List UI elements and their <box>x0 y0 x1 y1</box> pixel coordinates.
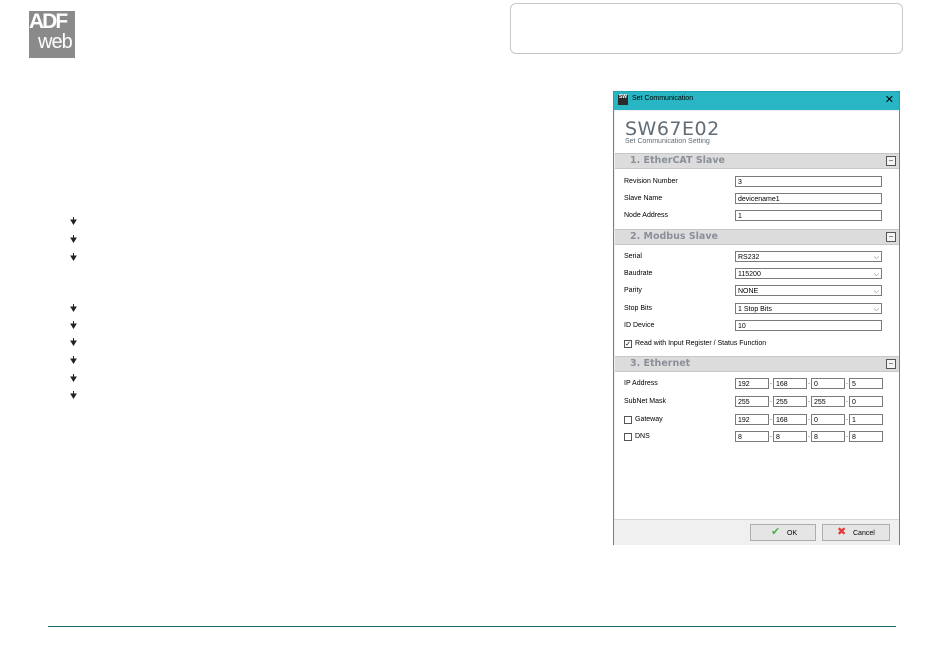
cancel-button[interactable]: ✖ Cancel <box>822 524 890 541</box>
mask-octet-2[interactable]: 255 <box>773 396 807 407</box>
logo-text-web: web <box>38 31 73 53</box>
parity-value: NONE <box>738 288 759 295</box>
parity-label: Parity <box>624 287 642 294</box>
collapse-icon[interactable]: − <box>886 232 896 242</box>
serial-select[interactable]: RS232 ⌵ <box>735 251 882 262</box>
revision-number-label: Revision Number <box>624 178 678 185</box>
bullet-arrow-icon <box>70 374 77 382</box>
dns-octet-3[interactable]: 8 <box>811 431 845 442</box>
section-ethernet-header[interactable]: 3. Ethernet − <box>615 356 899 372</box>
bullet-arrow-icon <box>70 321 77 329</box>
section-title: 3. Ethernet <box>630 358 691 369</box>
node-address-label: Node Address <box>624 212 668 219</box>
dialog-window-title: Set Communication <box>632 95 694 102</box>
gateway-checkbox[interactable] <box>624 416 632 424</box>
dns-checkbox[interactable] <box>624 433 632 441</box>
read-input-register-checkbox[interactable]: ✓ <box>624 340 632 348</box>
dns-octet-2[interactable]: 8 <box>773 431 807 442</box>
x-icon: ✖ <box>837 526 847 538</box>
chevron-down-icon: ⌵ <box>873 288 879 295</box>
dialog-titlebar[interactable]: SW Set Communication ✕ <box>614 92 899 110</box>
stop-bits-value: 1 Stop Bits <box>738 306 772 313</box>
bullet-arrow-icon <box>70 304 77 312</box>
bullet-arrow-icon <box>70 356 77 364</box>
baudrate-select[interactable]: 115200 ⌵ <box>735 268 882 279</box>
section-title: 2. Modbus Slave <box>630 231 718 242</box>
dialog-body: SW67E02 Set Communication Setting 1. Eth… <box>615 111 899 519</box>
parity-select[interactable]: NONE ⌵ <box>735 285 882 296</box>
collapse-icon[interactable]: − <box>886 156 896 166</box>
gateway-octet-4[interactable]: 1 <box>849 414 883 425</box>
id-device-label: ID Device <box>624 322 655 329</box>
dns-octet-4[interactable]: 8 <box>849 431 883 442</box>
footer-divider <box>48 626 896 627</box>
node-address-input[interactable]: 1 <box>735 210 882 221</box>
id-device-input[interactable]: 10 <box>735 320 882 331</box>
mask-octet-1[interactable]: 255 <box>735 396 769 407</box>
stop-bits-label: Stop Bits <box>624 305 653 312</box>
slave-name-label: Slave Name <box>624 195 663 202</box>
dns-octet-1[interactable]: 8 <box>735 431 769 442</box>
dialog-subheading: Set Communication Setting <box>625 138 710 145</box>
ip-octet-3[interactable]: 0 <box>811 378 845 389</box>
slave-name-input[interactable]: devicename1 <box>735 193 882 204</box>
dialog-heading: SW67E02 <box>625 118 720 140</box>
cancel-label: Cancel <box>853 530 875 537</box>
ip-octet-2[interactable]: 168 <box>773 378 807 389</box>
baudrate-value: 115200 <box>738 271 761 278</box>
ok-label: OK <box>787 530 798 537</box>
close-icon[interactable]: ✕ <box>885 93 894 106</box>
dns-label: DNS <box>635 433 650 440</box>
subnet-mask-label: SubNet Mask <box>624 398 667 405</box>
adfweb-logo: ADF web <box>29 10 75 58</box>
section-modbus-header[interactable]: 2. Modbus Slave − <box>615 229 899 245</box>
check-icon: ✔ <box>771 526 781 538</box>
revision-number-input[interactable]: 3 <box>735 176 882 187</box>
section-ethercat-header[interactable]: 1. EtherCAT Slave − <box>615 153 899 169</box>
dialog-button-bar: ✔ OK ✖ Cancel <box>614 519 899 545</box>
bullet-arrow-icon <box>70 391 77 399</box>
ip-octet-1[interactable]: 192 <box>735 378 769 389</box>
ok-button[interactable]: ✔ OK <box>750 524 816 541</box>
mask-octet-4[interactable]: 0 <box>849 396 883 407</box>
bullet-arrow-icon <box>70 217 77 225</box>
bullet-arrow-icon <box>70 235 77 243</box>
app-icon: SW <box>618 95 628 105</box>
ip-address-label: IP Address <box>624 380 658 387</box>
bullet-arrow-icon <box>70 253 77 261</box>
chevron-down-icon: ⌵ <box>873 306 879 313</box>
set-communication-dialog: SW Set Communication ✕ SW67E02 Set Commu… <box>613 91 900 545</box>
chevron-down-icon: ⌵ <box>873 271 879 278</box>
gateway-octet-1[interactable]: 192 <box>735 414 769 425</box>
gateway-octet-2[interactable]: 168 <box>773 414 807 425</box>
read-input-register-label: Read with Input Register / Status Functi… <box>635 340 767 347</box>
ip-octet-4[interactable]: 5 <box>849 378 883 389</box>
collapse-icon[interactable]: − <box>886 359 896 369</box>
baudrate-label: Baudrate <box>624 270 653 277</box>
serial-label: Serial <box>624 253 642 260</box>
serial-value: RS232 <box>738 254 760 261</box>
bullet-arrow-icon <box>70 338 77 346</box>
header-box <box>510 3 903 54</box>
gateway-octet-3[interactable]: 0 <box>811 414 845 425</box>
stop-bits-select[interactable]: 1 Stop Bits ⌵ <box>735 303 882 314</box>
mask-octet-3[interactable]: 255 <box>811 396 845 407</box>
section-title: 1. EtherCAT Slave <box>630 155 725 166</box>
chevron-down-icon: ⌵ <box>873 254 879 261</box>
gateway-label: Gateway <box>635 416 663 423</box>
